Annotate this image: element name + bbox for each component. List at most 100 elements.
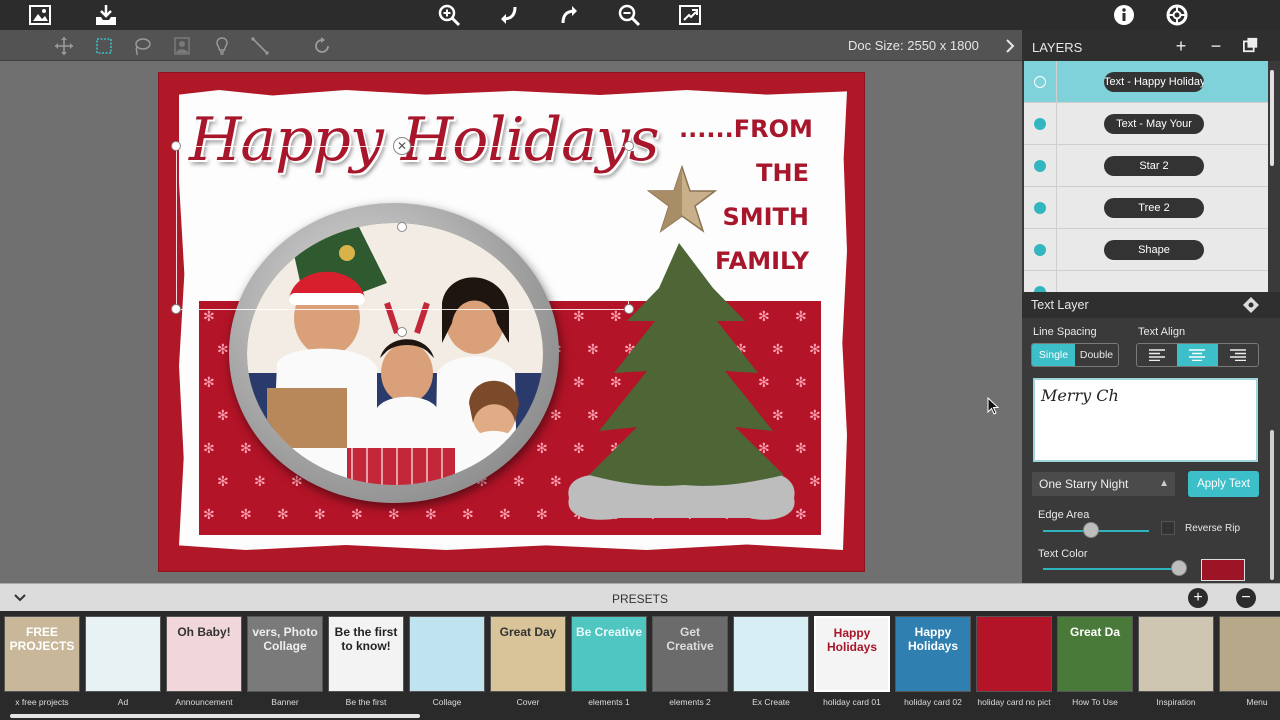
preset-caption: Be the first <box>345 697 387 707</box>
move-tool-icon[interactable] <box>53 35 75 57</box>
single-spacing-button[interactable]: Single <box>1032 344 1075 366</box>
help-lifebuoy-icon[interactable] <box>1164 2 1190 28</box>
presets-scrollbar[interactable] <box>10 714 420 718</box>
lightbulb-tool-icon[interactable] <box>211 35 233 57</box>
preset-item[interactable]: Ex Create <box>733 616 809 710</box>
selection-bounding-box[interactable] <box>171 141 634 337</box>
preset-item[interactable]: Be Creative elements 1 <box>571 616 647 710</box>
text-layer-settings-icon[interactable] <box>1242 296 1260 314</box>
chevron-right-icon[interactable] <box>1002 36 1018 56</box>
visibility-icon[interactable] <box>1034 118 1046 130</box>
preset-caption: holiday card 01 <box>823 697 881 707</box>
preset-item[interactable]: Great Da How To Use <box>1057 616 1133 710</box>
redo-icon[interactable] <box>556 2 582 28</box>
preset-thumbnail-text: Oh Baby! <box>177 625 231 639</box>
crop-select-tool-icon[interactable] <box>93 35 115 57</box>
remove-layer-icon[interactable]: − <box>1207 37 1225 55</box>
portrait-tool-icon[interactable] <box>171 35 193 57</box>
rotate-handle[interactable] <box>397 327 407 337</box>
resize-handle[interactable] <box>624 304 634 314</box>
preset-item[interactable]: Ad <box>85 616 161 710</box>
preset-thumbnail: Get Creative <box>652 616 728 692</box>
preset-thumbnail: Great Da <box>1057 616 1133 692</box>
preset-thumbnail-text: Be Creative <box>575 625 643 639</box>
top-toolbar <box>0 0 1280 30</box>
text-color-slider-track[interactable] <box>1043 568 1186 570</box>
preset-item[interactable]: Happy Holidays holiday card 01 <box>814 616 890 710</box>
fit-screen-icon[interactable] <box>677 2 703 28</box>
align-center-icon[interactable] <box>1177 344 1218 366</box>
snowflake-pattern-icon: ✻ <box>809 473 821 489</box>
rotate-tool-icon[interactable] <box>311 35 333 57</box>
presets-title: PRESETS <box>611 592 668 606</box>
layer-row[interactable]: Shape <box>1024 229 1268 271</box>
panel-scrollbar[interactable] <box>1270 430 1274 580</box>
preset-item[interactable]: Be the first to know! Be the first <box>328 616 404 710</box>
preset-caption: holiday card no pict <box>977 697 1051 707</box>
snowflake-pattern-icon: ✻ <box>217 341 229 357</box>
save-download-icon[interactable] <box>93 2 119 28</box>
edge-area-slider-knob[interactable] <box>1082 522 1099 538</box>
add-layer-icon[interactable]: + <box>1172 37 1190 55</box>
resize-handle[interactable] <box>171 141 181 151</box>
preset-item[interactable]: vers, Photo Collage Banner <box>247 616 323 710</box>
resize-handle[interactable] <box>171 304 181 314</box>
layers-scrollbar[interactable] <box>1270 70 1274 166</box>
preset-item[interactable]: Inspiration <box>1138 616 1214 710</box>
preset-thumbnail: Be the first to know! <box>328 616 404 692</box>
snowflake-pattern-icon: ✻ <box>462 506 474 522</box>
preset-thumbnail-text: vers, Photo Collage <box>252 625 318 653</box>
delete-selection-icon[interactable]: ✕ <box>393 137 411 155</box>
line-tool-icon[interactable] <box>249 35 271 57</box>
undo-icon[interactable] <box>496 2 522 28</box>
layer-row[interactable]: Text - May Your <box>1024 103 1268 145</box>
snowflake-pattern-icon: ✻ <box>203 374 215 390</box>
canvas-area[interactable]: ✻ ✻ ✻ ✻ ✻ ✻ ✻ ✻ ✻ ✻ ✻ ✻ ✻ ✻ ✻ ✻ ✻ ✻ ✻ ✻ ✻ ✻ ✻ ✻ ✻ ✻ ✻ ✻ ✻ ✻ ✻ ✻ ✻ ✻ ✻ ✻ ✻ ✻ ✻ ✻… <box>0 61 1022 583</box>
remove-preset-icon[interactable]: − <box>1236 588 1256 608</box>
preset-item[interactable]: Happy Holidays holiday card 02 <box>895 616 971 710</box>
add-preset-icon[interactable]: + <box>1188 588 1208 608</box>
zoom-in-icon[interactable] <box>436 2 462 28</box>
text-align-label: Text Align <box>1138 326 1186 338</box>
preset-thumbnail: Great Day <box>490 616 566 692</box>
visibility-icon[interactable] <box>1034 202 1046 214</box>
preset-thumbnail: vers, Photo Collage <box>247 616 323 692</box>
text-color-swatch[interactable] <box>1201 559 1245 581</box>
preset-item[interactable]: Get Creative elements 2 <box>652 616 728 710</box>
layer-row[interactable]: Star 2 <box>1024 145 1268 187</box>
info-icon[interactable] <box>1111 2 1137 28</box>
text-color-slider-knob[interactable] <box>1170 560 1187 576</box>
resize-handle[interactable] <box>624 141 634 151</box>
align-right-icon[interactable] <box>1218 344 1258 366</box>
snowflake-pattern-icon: ✻ <box>203 308 215 324</box>
open-image-icon[interactable] <box>27 2 53 28</box>
layers-header: LAYERS + − <box>1022 30 1280 61</box>
snowflake-pattern-icon: ✻ <box>513 473 525 489</box>
preset-item[interactable]: Oh Baby! Announcement <box>166 616 242 710</box>
layer-row[interactable]: Text - Happy Holidays <box>1024 61 1268 103</box>
reverse-rip-checkbox[interactable] <box>1161 521 1175 535</box>
preset-thumbnail <box>1138 616 1214 692</box>
snowflake-pattern-icon: ✻ <box>277 506 289 522</box>
duplicate-layer-icon[interactable] <box>1242 37 1260 55</box>
star-ornament[interactable] <box>647 165 717 235</box>
center-handle[interactable] <box>397 222 407 232</box>
text-input[interactable]: Merry Ch <box>1033 378 1258 462</box>
zoom-out-icon[interactable] <box>616 2 642 28</box>
preset-item[interactable]: FREE PROJECTS x free projects <box>4 616 80 710</box>
layer-row[interactable]: Tree 2 <box>1024 187 1268 229</box>
align-left-icon[interactable] <box>1137 344 1177 366</box>
visibility-icon[interactable] <box>1034 244 1046 256</box>
double-spacing-button[interactable]: Double <box>1075 344 1118 366</box>
apply-text-button[interactable]: Apply Text <box>1188 471 1259 497</box>
visibility-icon[interactable] <box>1034 160 1046 172</box>
preset-item[interactable]: Great Day Cover <box>490 616 566 710</box>
font-select[interactable]: One Starry Night ▲ <box>1031 471 1176 497</box>
lasso-tool-icon[interactable] <box>131 35 153 57</box>
layer-label: Text - May Your <box>1104 114 1204 134</box>
tools-toolbar: Doc Size: 2550 x 1800 <box>0 30 1022 61</box>
preset-item[interactable]: holiday card no pict <box>976 616 1052 710</box>
visibility-icon[interactable] <box>1034 76 1046 88</box>
preset-item[interactable]: Menu <box>1219 616 1280 710</box>
preset-item[interactable]: Collage <box>409 616 485 710</box>
